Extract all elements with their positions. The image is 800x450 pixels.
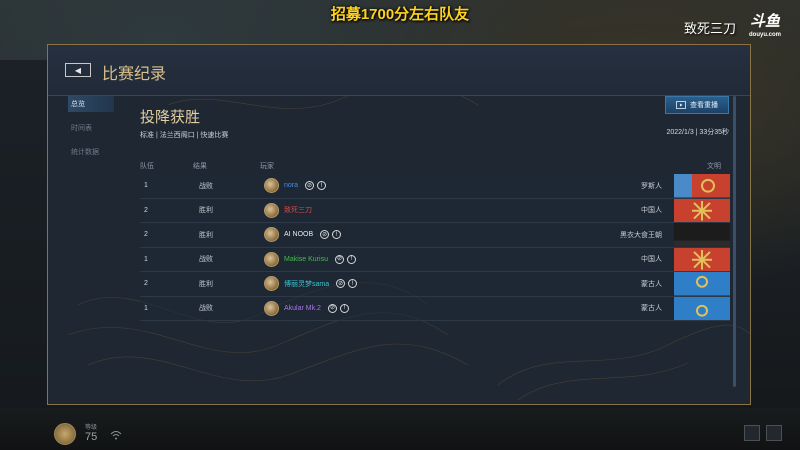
player-portrait-icon <box>264 227 279 243</box>
match-info: 标准 | 法兰西阁口 | 快速比赛 <box>140 132 229 139</box>
game-hud-bottom <box>0 408 800 450</box>
abbasid-flag-icon <box>674 223 730 247</box>
mute-icon[interactable]: ⊘ <box>327 303 337 313</box>
player-cell: 致死三刀 <box>264 202 316 218</box>
player-name[interactable]: AI NOOB <box>284 231 313 238</box>
report-icon[interactable]: ! <box>332 230 342 240</box>
side-nav: 总览 时间表 统计数据 <box>68 96 114 168</box>
player-name[interactable]: nora <box>284 182 298 189</box>
civilization-name: 蒙古人 <box>641 280 662 288</box>
hud-button-left[interactable] <box>744 425 760 441</box>
player-portrait-icon <box>264 251 279 267</box>
table-row: 2 胜利 致死三刀 中国人 <box>140 198 730 223</box>
player-portrait-icon <box>264 300 279 316</box>
team-number: 1 <box>144 182 148 190</box>
player-portrait-icon <box>264 202 279 218</box>
streamer-name: 致死三刀 <box>684 21 737 36</box>
stream-banner: 招募1700分左右队友 <box>0 0 800 26</box>
player-table: 1 战败 nora ⊘ ! 罗斯人 2 胜利 致死三刀 中国人 2 胜利 AI … <box>140 174 730 321</box>
civilization-name: 蒙古人 <box>641 305 662 313</box>
result-cell: 胜利 <box>199 231 213 239</box>
rus-flag-icon <box>674 174 730 198</box>
team-number: 2 <box>144 206 148 214</box>
left-hud-edge <box>0 60 47 410</box>
mute-icon[interactable]: ⊘ <box>320 230 330 240</box>
dialog-title: 比赛纪录 <box>102 66 167 83</box>
column-header-team: 队伍 <box>140 163 154 170</box>
player-cell: Makise Kurisu ⊘ ! <box>264 251 356 267</box>
result-title: 投降获胜 <box>140 109 201 126</box>
report-icon[interactable]: ! <box>317 181 327 191</box>
result-cell: 战败 <box>199 256 213 264</box>
match-history-dialog: ◀ 比赛纪录 总览 时间表 统计数据 投降获胜 标准 | 法兰西阁口 | 快速比… <box>47 44 751 405</box>
report-icon[interactable]: ! <box>346 254 356 264</box>
douyu-logo: 斗鱼 douyu.com <box>748 13 781 38</box>
team-number: 1 <box>144 304 148 312</box>
mute-icon[interactable]: ⊘ <box>336 279 346 289</box>
player-cell: AI NOOB ⊘ ! <box>264 227 342 243</box>
nav-item-stats[interactable]: 统计数据 <box>68 144 114 160</box>
player-portrait-icon <box>264 178 279 194</box>
civilization-name: 罗斯人 <box>641 182 662 190</box>
table-scrollbar[interactable] <box>733 96 736 387</box>
dialog-header: ◀ 比赛纪录 <box>48 45 750 96</box>
player-portrait-icon <box>264 276 279 292</box>
mongol-flag-icon <box>674 296 730 320</box>
player-name[interactable]: 博丽灵梦sama <box>284 279 329 289</box>
column-header-civ: 文明 <box>707 163 721 170</box>
view-replay-button[interactable]: 查看重播 <box>665 96 729 114</box>
player-cell: Akular Mk.2 ⊘ ! <box>264 300 349 316</box>
civilization-name: 中国人 <box>641 207 662 215</box>
table-row: 2 胜利 博丽灵梦sama ⊘ ! 蒙古人 <box>140 272 730 297</box>
team-number: 2 <box>144 231 148 239</box>
mute-icon[interactable]: ⊘ <box>305 181 315 191</box>
chinese-flag-icon <box>674 247 730 271</box>
report-icon[interactable]: ! <box>339 303 349 313</box>
table-row: 1 战败 Akular Mk.2 ⊘ ! 蒙古人 <box>140 296 730 321</box>
result-cell: 胜利 <box>199 280 213 288</box>
nav-item-overview[interactable]: 总览 <box>68 96 114 112</box>
mongol-flag-icon <box>674 272 730 296</box>
replay-icon <box>676 101 686 109</box>
team-number: 1 <box>144 255 148 263</box>
back-button[interactable]: ◀ <box>65 63 91 77</box>
hud-value: 75 <box>85 431 98 443</box>
wifi-icon <box>110 431 122 440</box>
result-cell: 战败 <box>199 305 213 313</box>
banner-text: 招募1700分左右队友 <box>330 5 470 23</box>
player-name[interactable]: Makise Kurisu <box>284 256 328 263</box>
player-cell: nora ⊘ ! <box>264 178 327 194</box>
match-overview-panel: 投降获胜 标准 | 法兰西阁口 | 快速比赛 查看重播 2022/1/3 | 3… <box>129 96 734 392</box>
table-row: 1 战败 nora ⊘ ! 罗斯人 <box>140 174 730 199</box>
mute-icon[interactable]: ⊘ <box>334 254 344 264</box>
player-name[interactable]: Akular Mk.2 <box>284 305 321 312</box>
civilization-name: 中国人 <box>641 256 662 264</box>
hud-button-right[interactable] <box>766 425 782 441</box>
column-header-result: 结果 <box>193 163 207 170</box>
hud-label: 等级 <box>85 425 98 431</box>
team-number: 2 <box>144 280 148 288</box>
chinese-flag-icon <box>674 198 730 222</box>
result-cell: 胜利 <box>199 207 213 215</box>
nav-item-timeline[interactable]: 时间表 <box>68 120 114 136</box>
report-icon[interactable]: ! <box>348 279 358 289</box>
result-cell: 战败 <box>199 182 213 190</box>
column-header-player: 玩家 <box>260 163 274 170</box>
player-cell: 博丽灵梦sama ⊘ ! <box>264 276 358 292</box>
match-date-duration: 2022/1/3 | 33分35秒 <box>666 129 729 136</box>
table-row: 1 战败 Makise Kurisu ⊘ ! 中国人 <box>140 247 730 272</box>
table-row: 2 胜利 AI NOOB ⊘ ! 黑衣大食王朝 <box>140 223 730 248</box>
civilization-name: 黑衣大食王朝 <box>620 231 662 239</box>
player-avatar <box>54 423 76 445</box>
chevron-left-icon: ◀ <box>74 65 82 75</box>
player-name[interactable]: 致死三刀 <box>284 205 312 215</box>
